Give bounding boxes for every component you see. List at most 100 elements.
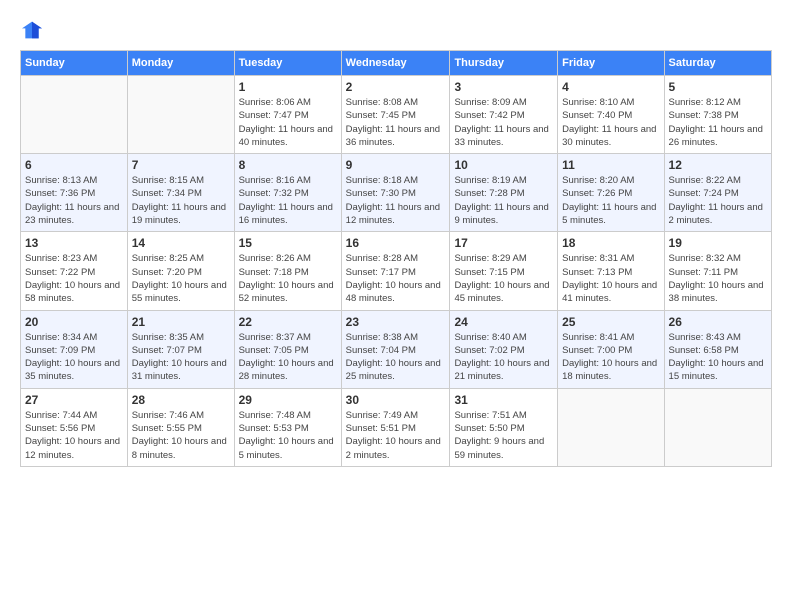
day-info: Sunrise: 8:08 AM Sunset: 7:45 PM Dayligh…: [346, 96, 446, 149]
day-number: 30: [346, 393, 446, 407]
day-info: Sunrise: 8:37 AM Sunset: 7:05 PM Dayligh…: [239, 331, 337, 384]
day-number: 15: [239, 236, 337, 250]
day-number: 16: [346, 236, 446, 250]
calendar-cell: 6Sunrise: 8:13 AM Sunset: 7:36 PM Daylig…: [21, 154, 128, 232]
day-info: Sunrise: 8:41 AM Sunset: 7:00 PM Dayligh…: [562, 331, 659, 384]
day-number: 7: [132, 158, 230, 172]
calendar-cell: [127, 76, 234, 154]
calendar-cell: 13Sunrise: 8:23 AM Sunset: 7:22 PM Dayli…: [21, 232, 128, 310]
day-info: Sunrise: 7:46 AM Sunset: 5:55 PM Dayligh…: [132, 409, 230, 462]
weekday-header: Monday: [127, 51, 234, 76]
day-info: Sunrise: 8:12 AM Sunset: 7:38 PM Dayligh…: [669, 96, 767, 149]
weekday-header: Wednesday: [341, 51, 450, 76]
calendar-week-row: 6Sunrise: 8:13 AM Sunset: 7:36 PM Daylig…: [21, 154, 772, 232]
day-info: Sunrise: 8:26 AM Sunset: 7:18 PM Dayligh…: [239, 252, 337, 305]
day-number: 25: [562, 315, 659, 329]
day-number: 29: [239, 393, 337, 407]
calendar-cell: 28 Sunrise: 7:46 AM Sunset: 5:55 PM Dayli…: [127, 388, 234, 466]
day-info: Sunrise: 8:25 AM Sunset: 7:20 PM Dayligh…: [132, 252, 230, 305]
header-row: SundayMondayTuesdayWednesdayThursdayFrid…: [21, 51, 772, 76]
page-header: [20, 20, 772, 40]
day-info: Sunrise: 8:31 AM Sunset: 7:13 PM Dayligh…: [562, 252, 659, 305]
calendar-cell: 7Sunrise: 8:15 AM Sunset: 7:34 PM Daylig…: [127, 154, 234, 232]
day-number: 14: [132, 236, 230, 250]
calendar-cell: 1 Sunrise: 8:06 AM Sunset: 7:47 PM Daylig…: [234, 76, 341, 154]
calendar-cell: 12 Sunrise: 8:22 AM Sunset: 7:24 PM Dayli…: [664, 154, 771, 232]
calendar-cell: [558, 388, 664, 466]
day-number: 11: [562, 158, 659, 172]
day-number: 9: [346, 158, 446, 172]
day-info: Sunrise: 7:49 AM Sunset: 5:51 PM Dayligh…: [346, 409, 446, 462]
day-info: Sunrise: 8:43 AM Sunset: 6:58 PM Dayligh…: [669, 331, 767, 384]
day-info: Sunrise: 7:44 AM Sunset: 5:56 PM Dayligh…: [25, 409, 123, 462]
day-number: 19: [669, 236, 767, 250]
calendar-cell: 2Sunrise: 8:08 AM Sunset: 7:45 PM Daylig…: [341, 76, 450, 154]
day-number: 31: [454, 393, 553, 407]
calendar-cell: 22 Sunrise: 8:37 AM Sunset: 7:05 PM Dayli…: [234, 310, 341, 388]
calendar-cell: 26 Sunrise: 8:43 AM Sunset: 6:58 PM Dayli…: [664, 310, 771, 388]
day-number: 1: [239, 80, 337, 94]
day-number: 17: [454, 236, 553, 250]
day-number: 27: [25, 393, 123, 407]
logo-icon: [20, 20, 44, 40]
calendar-cell: 15 Sunrise: 8:26 AM Sunset: 7:18 PM Dayli…: [234, 232, 341, 310]
day-number: 18: [562, 236, 659, 250]
calendar-week-row: 1 Sunrise: 8:06 AM Sunset: 7:47 PM Daylig…: [21, 76, 772, 154]
logo: [20, 20, 48, 40]
calendar-cell: 29Sunrise: 7:48 AM Sunset: 5:53 PM Dayli…: [234, 388, 341, 466]
day-number: 26: [669, 315, 767, 329]
day-info: Sunrise: 8:32 AM Sunset: 7:11 PM Dayligh…: [669, 252, 767, 305]
calendar-cell: 4 Sunrise: 8:10 AM Sunset: 7:40 PM Daylig…: [558, 76, 664, 154]
calendar-cell: 17 Sunrise: 8:29 AM Sunset: 7:15 PM Dayli…: [450, 232, 558, 310]
day-number: 23: [346, 315, 446, 329]
calendar-week-row: 27 Sunrise: 7:44 AM Sunset: 5:56 PM Dayli…: [21, 388, 772, 466]
calendar-cell: 18 Sunrise: 8:31 AM Sunset: 7:13 PM Dayli…: [558, 232, 664, 310]
day-info: Sunrise: 8:22 AM Sunset: 7:24 PM Dayligh…: [669, 174, 767, 227]
calendar-cell: [664, 388, 771, 466]
calendar-week-row: 20 Sunrise: 8:34 AM Sunset: 7:09 PM Dayli…: [21, 310, 772, 388]
day-number: 21: [132, 315, 230, 329]
calendar-cell: 16 Sunrise: 8:28 AM Sunset: 7:17 PM Dayli…: [341, 232, 450, 310]
calendar-cell: [21, 76, 128, 154]
day-number: 12: [669, 158, 767, 172]
day-number: 5: [669, 80, 767, 94]
day-info: Sunrise: 8:29 AM Sunset: 7:15 PM Dayligh…: [454, 252, 553, 305]
weekday-header: Thursday: [450, 51, 558, 76]
weekday-header: Saturday: [664, 51, 771, 76]
day-number: 3: [454, 80, 553, 94]
day-info: Sunrise: 8:10 AM Sunset: 7:40 PM Dayligh…: [562, 96, 659, 149]
day-info: Sunrise: 8:34 AM Sunset: 7:09 PM Dayligh…: [25, 331, 123, 384]
day-number: 28: [132, 393, 230, 407]
day-number: 10: [454, 158, 553, 172]
calendar-week-row: 13Sunrise: 8:23 AM Sunset: 7:22 PM Dayli…: [21, 232, 772, 310]
calendar-cell: 8 Sunrise: 8:16 AM Sunset: 7:32 PM Daylig…: [234, 154, 341, 232]
calendar-cell: 27 Sunrise: 7:44 AM Sunset: 5:56 PM Dayli…: [21, 388, 128, 466]
calendar-cell: 14 Sunrise: 8:25 AM Sunset: 7:20 PM Dayli…: [127, 232, 234, 310]
weekday-header: Tuesday: [234, 51, 341, 76]
calendar-cell: 10 Sunrise: 8:19 AM Sunset: 7:28 PM Dayli…: [450, 154, 558, 232]
day-number: 4: [562, 80, 659, 94]
calendar-cell: 24 Sunrise: 8:40 AM Sunset: 7:02 PM Dayli…: [450, 310, 558, 388]
calendar-table: SundayMondayTuesdayWednesdayThursdayFrid…: [20, 50, 772, 467]
calendar-cell: 5 Sunrise: 8:12 AM Sunset: 7:38 PM Daylig…: [664, 76, 771, 154]
calendar-cell: 20 Sunrise: 8:34 AM Sunset: 7:09 PM Dayli…: [21, 310, 128, 388]
day-info: Sunrise: 8:20 AM Sunset: 7:26 PM Dayligh…: [562, 174, 659, 227]
day-number: 22: [239, 315, 337, 329]
day-number: 6: [25, 158, 123, 172]
day-number: 20: [25, 315, 123, 329]
day-number: 8: [239, 158, 337, 172]
day-info: Sunrise: 8:09 AM Sunset: 7:42 PM Dayligh…: [454, 96, 553, 149]
weekday-header: Sunday: [21, 51, 128, 76]
calendar-cell: 31Sunrise: 7:51 AM Sunset: 5:50 PM Dayli…: [450, 388, 558, 466]
calendar-cell: 11 Sunrise: 8:20 AM Sunset: 7:26 PM Dayli…: [558, 154, 664, 232]
day-info: Sunrise: 8:38 AM Sunset: 7:04 PM Dayligh…: [346, 331, 446, 384]
day-info: Sunrise: 8:19 AM Sunset: 7:28 PM Dayligh…: [454, 174, 553, 227]
day-info: Sunrise: 8:23 AM Sunset: 7:22 PM Dayligh…: [25, 252, 123, 305]
day-info: Sunrise: 8:06 AM Sunset: 7:47 PM Dayligh…: [239, 96, 337, 149]
day-info: Sunrise: 8:16 AM Sunset: 7:32 PM Dayligh…: [239, 174, 337, 227]
calendar-cell: 21Sunrise: 8:35 AM Sunset: 7:07 PM Dayli…: [127, 310, 234, 388]
day-info: Sunrise: 8:28 AM Sunset: 7:17 PM Dayligh…: [346, 252, 446, 305]
day-number: 24: [454, 315, 553, 329]
calendar-cell: 19 Sunrise: 8:32 AM Sunset: 7:11 PM Dayli…: [664, 232, 771, 310]
day-info: Sunrise: 8:40 AM Sunset: 7:02 PM Dayligh…: [454, 331, 553, 384]
